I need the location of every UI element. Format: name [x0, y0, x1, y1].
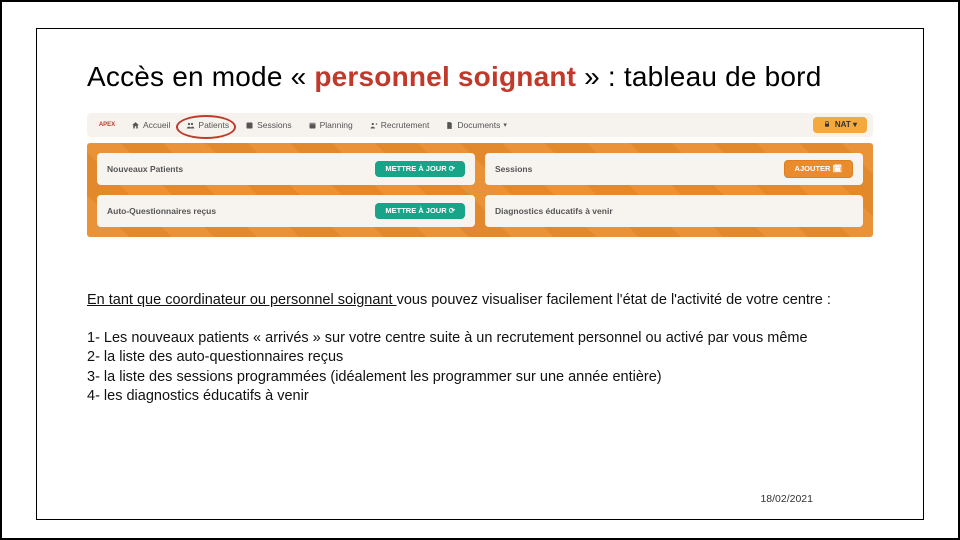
btn-update-nouveaux[interactable]: METTRE À JOUR ⟳ [375, 161, 465, 177]
user-plus-icon [369, 121, 378, 130]
card-sessions: Sessions AJOUTER 🗓 [485, 153, 863, 185]
nav-patients-label: Patients [198, 121, 229, 130]
dashboard-screenshot: APEX Accueil Patients [87, 113, 873, 237]
home-icon [131, 121, 140, 130]
app-logo: APEX [93, 116, 121, 134]
chevron-down-icon: ▾ [503, 122, 507, 129]
nav-recrutement-label: Recrutement [381, 121, 430, 130]
nav-accueil-label: Accueil [143, 121, 170, 130]
btn-update-autoq[interactable]: METTRE À JOUR ⟳ [375, 203, 465, 219]
users-icon [186, 121, 195, 130]
nav-planning[interactable]: Planning [308, 121, 353, 130]
nav-recrutement[interactable]: Recrutement [369, 121, 430, 130]
numbered-list: 1- Les nouveaux patients « arrivés » sur… [87, 329, 873, 407]
lock-icon [823, 120, 831, 130]
title-suffix: » : tableau de bord [584, 61, 821, 92]
body-text: En tant que coordinateur ou personnel so… [87, 291, 873, 407]
slide-frame: Accès en mode « personnel soignant » : t… [36, 28, 924, 520]
nav-documents-label: Documents [457, 121, 500, 130]
dashboard-grid: Nouveaux Patients METTRE À JOUR ⟳ Sessio… [87, 143, 873, 237]
list-item: 1- Les nouveaux patients « arrivés » sur… [87, 329, 873, 349]
card-label: Auto-Questionnaires reçus [107, 207, 216, 216]
intro-rest: vous pouvez visualiser facilement l'état… [397, 292, 831, 308]
nav-sessions[interactable]: Sessions [245, 121, 292, 130]
book-icon [245, 121, 254, 130]
document-icon [445, 121, 454, 130]
card-diagnostics: Diagnostics éducatifs à venir [485, 195, 863, 227]
btn-label: METTRE À JOUR ⟳ [385, 165, 455, 173]
calendar-icon [308, 121, 317, 130]
nav-sessions-label: Sessions [257, 121, 292, 130]
main-nav: Accueil Patients Sessions [131, 121, 507, 130]
intro-line: En tant que coordinateur ou personnel so… [87, 291, 873, 311]
nav-planning-label: Planning [320, 121, 353, 130]
list-item: 3- la liste des sessions programmées (id… [87, 368, 873, 388]
user-menu-chip[interactable]: NAT ▾ [813, 117, 867, 133]
list-item: 2- la liste des auto-questionnaires reçu… [87, 348, 873, 368]
footer-date: 18/02/2021 [760, 493, 813, 505]
slide-outer: Accès en mode « personnel soignant » : t… [0, 0, 960, 540]
user-chip-label: NAT ▾ [835, 121, 857, 129]
logo-text: APEX [99, 123, 115, 128]
page-title: Accès en mode « personnel soignant » : t… [87, 61, 873, 93]
intro-underlined: En tant que coordinateur ou personnel so… [87, 292, 397, 308]
topbar: APEX Accueil Patients [87, 113, 873, 137]
card-nouveaux-patients: Nouveaux Patients METTRE À JOUR ⟳ [97, 153, 475, 185]
title-prefix: Accès en mode « [87, 61, 306, 92]
card-label: Nouveaux Patients [107, 165, 183, 174]
nav-accueil[interactable]: Accueil [131, 121, 170, 130]
list-item: 4- les diagnostics éducatifs à venir [87, 387, 873, 407]
card-label: Diagnostics éducatifs à venir [495, 207, 613, 216]
btn-add-session[interactable]: AJOUTER 🗓 [784, 160, 853, 178]
nav-patients[interactable]: Patients [186, 121, 229, 130]
card-auto-questionnaires: Auto-Questionnaires reçus METTRE À JOUR … [97, 195, 475, 227]
btn-label: AJOUTER 🗓 [795, 165, 842, 173]
card-label: Sessions [495, 165, 532, 174]
btn-label: METTRE À JOUR ⟳ [385, 207, 455, 215]
nav-documents[interactable]: Documents ▾ [445, 121, 507, 130]
title-highlight: personnel soignant [314, 61, 584, 92]
